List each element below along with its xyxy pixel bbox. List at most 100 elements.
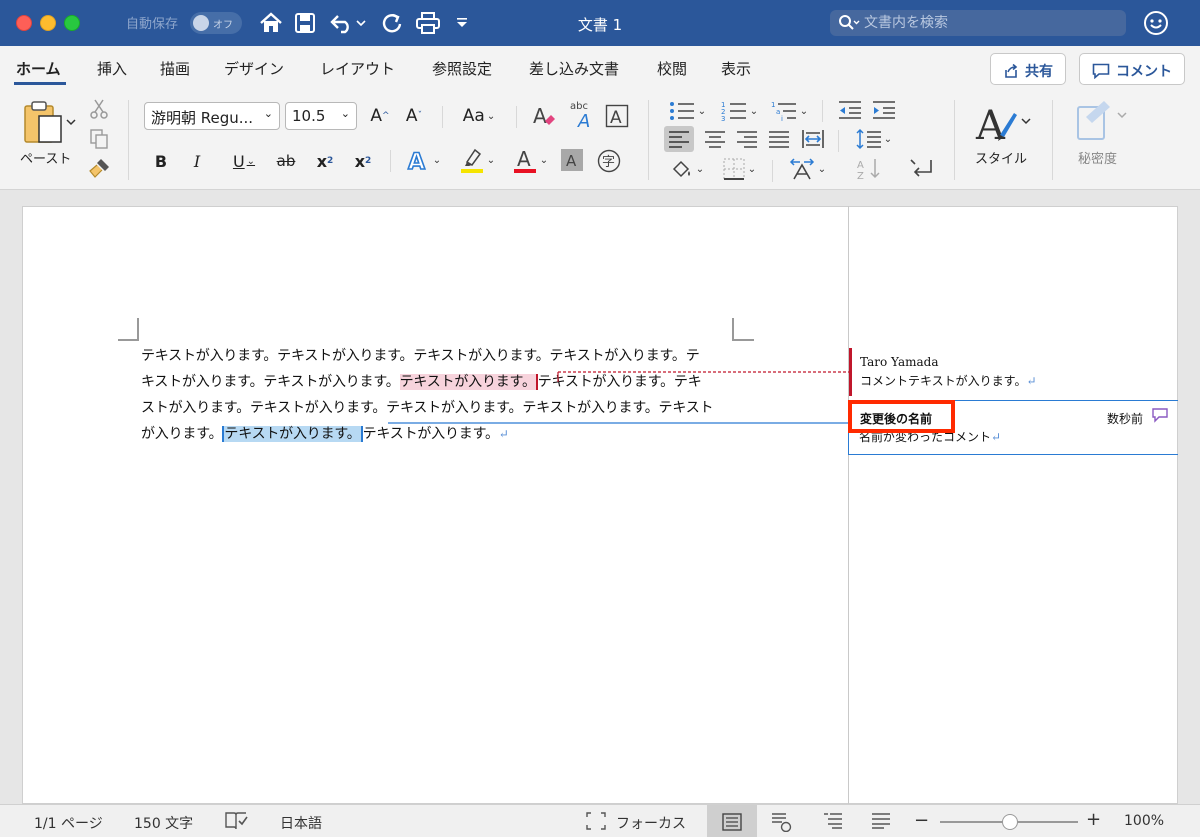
phonetic-guide-icon[interactable]: abc A [568,98,598,130]
superscript-button[interactable]: x2 [350,148,376,174]
borders-button[interactable]: ⌄ [716,156,762,182]
zoom-slider-thumb[interactable] [1002,814,1018,830]
tab-view[interactable]: 表示 [721,58,751,79]
web-layout-icon[interactable] [770,812,792,836]
distributed-icon[interactable] [798,126,828,152]
bullets-button[interactable]: ⌄ [664,98,710,124]
styles-button[interactable]: A [972,98,1034,148]
align-right-icon[interactable] [732,126,762,152]
outline-icon[interactable] [822,812,844,834]
commented-text-2[interactable]: テキストが入ります。 [222,426,363,442]
font-name-select[interactable]: 游明朝 Regu... ⌄ [144,102,280,130]
copy-icon[interactable] [88,128,110,150]
autosave-toggle[interactable]: オフ [190,12,242,34]
save-icon[interactable] [293,9,317,37]
tab-mailings[interactable]: 差し込み文書 [529,58,619,79]
separator [838,130,839,152]
toggle-knob [193,15,209,31]
ribbon-tabs: ホーム 挿入 描画 デザイン レイアウト 参照設定 差し込み文書 校閲 表示 共… [0,46,1200,92]
redo-icon[interactable] [380,9,404,37]
increase-indent-icon[interactable] [870,98,898,122]
subscript-button[interactable]: x2 [312,148,338,174]
enclose-characters-icon[interactable]: 字 [596,148,622,174]
commented-text-1[interactable]: テキストが入ります。 [399,374,538,390]
draft-icon[interactable] [870,812,892,834]
print-layout-button[interactable] [707,805,757,837]
borders-icon [723,158,745,180]
tab-layout[interactable]: レイアウト [320,58,395,79]
tab-design[interactable]: デザイン [224,58,284,79]
underline-button[interactable]: U ⌄ [222,148,266,174]
reply-icon[interactable] [1151,407,1169,423]
share-button[interactable]: 共有 [990,53,1066,85]
character-border-icon[interactable]: A [604,104,630,128]
strikethrough-button[interactable]: ab [272,148,300,174]
page-count[interactable]: 1/1 ページ [34,813,103,833]
window-minimize-button[interactable] [40,15,56,31]
autosave-state: オフ [213,20,233,31]
tab-references[interactable]: 参照設定 [432,58,492,79]
highlight-color-button[interactable]: ⌄ [452,146,502,174]
search-box[interactable] [830,10,1126,36]
grow-font-icon[interactable]: A ^ [368,104,392,128]
svg-text:i: i [781,115,783,123]
tab-insert[interactable]: 挿入 [97,58,127,79]
focus-icon [586,812,606,834]
tab-review[interactable]: 校閲 [657,58,687,79]
line-spacing-button[interactable]: ⌄ [852,126,896,152]
zoom-in-button[interactable]: + [1086,809,1101,830]
focus-button[interactable]: フォーカス [616,813,686,833]
window-zoom-button[interactable] [64,15,80,31]
numbering-button[interactable]: 1 2 3 ⌄ [716,98,762,124]
sensitivity-button[interactable] [1072,98,1132,142]
text-effects-button[interactable]: A ⌄ [400,146,446,174]
comment-author: Taro Yamada [860,355,939,369]
search-input[interactable] [864,13,1114,33]
highlighter-icon [460,148,483,173]
multilevel-list-button[interactable]: 1 a i ⌄ [766,98,812,124]
proofing-icon[interactable] [224,811,248,835]
body-text: テキストが入ります。 [362,426,499,442]
paste-button[interactable] [20,98,80,148]
share-icon [1005,63,1018,78]
text-direction-button[interactable]: ⌄ [784,156,830,182]
comment-card-1[interactable]: Taro Yamada コメントテキストが入ります。↵ [849,348,1169,396]
shrink-font-icon[interactable]: Aˇ [402,104,426,128]
print-icon[interactable] [414,9,442,37]
bold-button[interactable]: B [150,148,172,174]
tab-draw[interactable]: 描画 [160,58,190,79]
font-color-button[interactable]: A ⌄ [506,146,554,174]
shading-button[interactable]: ⌄ [664,156,710,182]
customize-icon[interactable] [453,9,471,37]
align-center-icon[interactable] [700,126,730,152]
svg-text:A: A [975,103,1006,147]
comment-button[interactable]: コメント [1079,53,1185,85]
italic-button[interactable]: I [186,148,208,174]
character-shading-icon[interactable]: A [560,148,584,172]
undo-icon[interactable] [328,9,368,37]
subscript-label: x [316,151,328,171]
decrease-indent-icon[interactable] [836,98,864,122]
sort-icon[interactable]: AZ [852,156,886,182]
align-left-button[interactable] [664,126,694,152]
zoom-out-button[interactable]: − [914,810,929,831]
language[interactable]: 日本語 [280,813,322,833]
format-painter-icon[interactable] [86,156,112,180]
document-page[interactable] [22,206,1178,804]
window-close-button[interactable] [16,15,32,31]
zoom-level[interactable]: 100% [1124,813,1164,829]
clear-formatting-icon[interactable]: A [530,102,558,130]
justify-icon[interactable] [764,126,794,152]
word-count[interactable]: 150 文字 [134,813,193,833]
change-case-button[interactable]: Aa ⌄ [456,104,502,128]
bullet-list-icon [669,102,694,120]
show-paragraph-marks-icon[interactable] [906,156,938,182]
font-size-select[interactable]: 10.5 ⌄ [285,102,357,130]
tab-home[interactable]: ホーム [16,58,61,79]
separator [954,100,955,180]
smiley-feedback-icon[interactable] [1143,10,1169,40]
body-text: が入ります。 [141,426,223,442]
zoom-slider[interactable] [940,814,1078,830]
home-icon[interactable] [258,9,284,37]
cut-icon[interactable] [88,98,110,120]
